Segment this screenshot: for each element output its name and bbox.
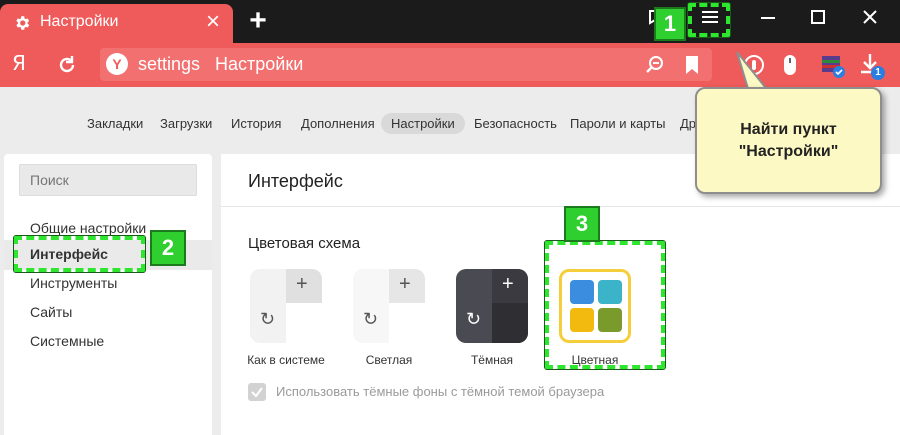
settings-search-input[interactable] (19, 164, 197, 196)
theme-label: Тёмная (470, 353, 514, 367)
callout-pointer (736, 52, 771, 92)
gear-icon (16, 16, 30, 30)
bookmark-icon[interactable] (684, 55, 700, 75)
maximize-icon (811, 10, 825, 24)
theme-preview: + ↻ (353, 269, 425, 343)
nav-history[interactable]: История (221, 113, 291, 134)
step-badge-1: 1 (654, 7, 686, 41)
tab-settings[interactable]: Настройки × (0, 4, 233, 43)
instruction-callout: Найти пункт "Настройки" (695, 87, 882, 194)
tab-strip: Настройки × + (0, 0, 900, 43)
tab-close-button[interactable]: × (202, 9, 224, 35)
downloads-count-badge: 1 (871, 66, 885, 80)
nav-passwords[interactable]: Пароли и карты (560, 113, 676, 134)
close-window-button[interactable] (852, 6, 888, 34)
nav-extensions[interactable]: Дополнения (291, 113, 385, 134)
sidebar-item-system[interactable]: Системные (4, 327, 212, 357)
site-icon: Y (106, 53, 128, 75)
sidebar-item-tools[interactable]: Инструменты (4, 269, 212, 299)
highlight-menu-button (688, 3, 730, 37)
callout-text: Найти пункт "Настройки" (697, 119, 880, 163)
plus-icon: + (296, 273, 308, 295)
minimize-icon (761, 17, 775, 19)
tab-title: Настройки (40, 13, 119, 30)
dark-backgrounds-label: Использовать тёмные фоны с тёмной темой … (276, 384, 605, 399)
step-badge-3: 3 (564, 206, 600, 242)
url-host: settings (138, 54, 201, 74)
yandex-logo-button[interactable]: Я (12, 51, 26, 75)
section-title: Цветовая схема (248, 235, 361, 252)
minimize-button[interactable] (750, 6, 786, 34)
divider (221, 206, 900, 207)
highlight-colored-theme (545, 241, 665, 369)
plus-icon: + (502, 273, 514, 295)
close-icon (863, 10, 877, 24)
nav-bookmarks[interactable]: Закладки (77, 113, 153, 134)
theme-option-system[interactable]: + ↻ Как в системе (236, 269, 336, 367)
page-title: Интерфейс (248, 171, 343, 191)
sidebar-item-sites[interactable]: Сайты (4, 298, 212, 328)
zoom-icon[interactable] (644, 54, 666, 76)
archive-extension-icon[interactable] (818, 51, 846, 79)
maximize-button[interactable] (800, 6, 836, 34)
nav-security[interactable]: Безопасность (464, 113, 567, 134)
url-field[interactable]: Y settings Настройки (100, 48, 712, 81)
step-badge-2: 2 (150, 230, 186, 266)
new-tab-button[interactable]: + (242, 6, 274, 36)
callout-line-1: Найти пункт (740, 121, 837, 138)
plus-icon: + (399, 273, 411, 295)
callout-line-2: "Настройки" (738, 143, 839, 160)
theme-label: Светлая (365, 353, 413, 367)
theme-option-light[interactable]: + ↻ Светлая (339, 269, 439, 367)
downloads-button[interactable]: 1 (856, 51, 885, 80)
settings-sidebar: Общие настройки Интерфейс Инструменты Са… (4, 154, 212, 435)
reload-icon[interactable] (55, 53, 79, 77)
nav-downloads[interactable]: Загрузки (150, 113, 222, 134)
dark-backgrounds-checkbox[interactable] (248, 383, 266, 401)
reload-icon: ↻ (466, 309, 482, 329)
mouse-extension-icon[interactable] (776, 51, 804, 79)
theme-option-dark[interactable]: + ↻ Тёмная (442, 269, 542, 367)
theme-preview: + ↻ (250, 269, 322, 343)
checkmark-icon (251, 387, 263, 398)
nav-settings[interactable]: Настройки (381, 113, 465, 134)
reload-icon: ↻ (260, 309, 276, 329)
reload-icon: ↻ (363, 309, 379, 329)
url-page-title: Настройки (215, 54, 304, 74)
theme-label: Как в системе (247, 353, 325, 367)
highlight-interface-item (14, 236, 145, 272)
theme-preview: + ↻ (456, 269, 528, 343)
